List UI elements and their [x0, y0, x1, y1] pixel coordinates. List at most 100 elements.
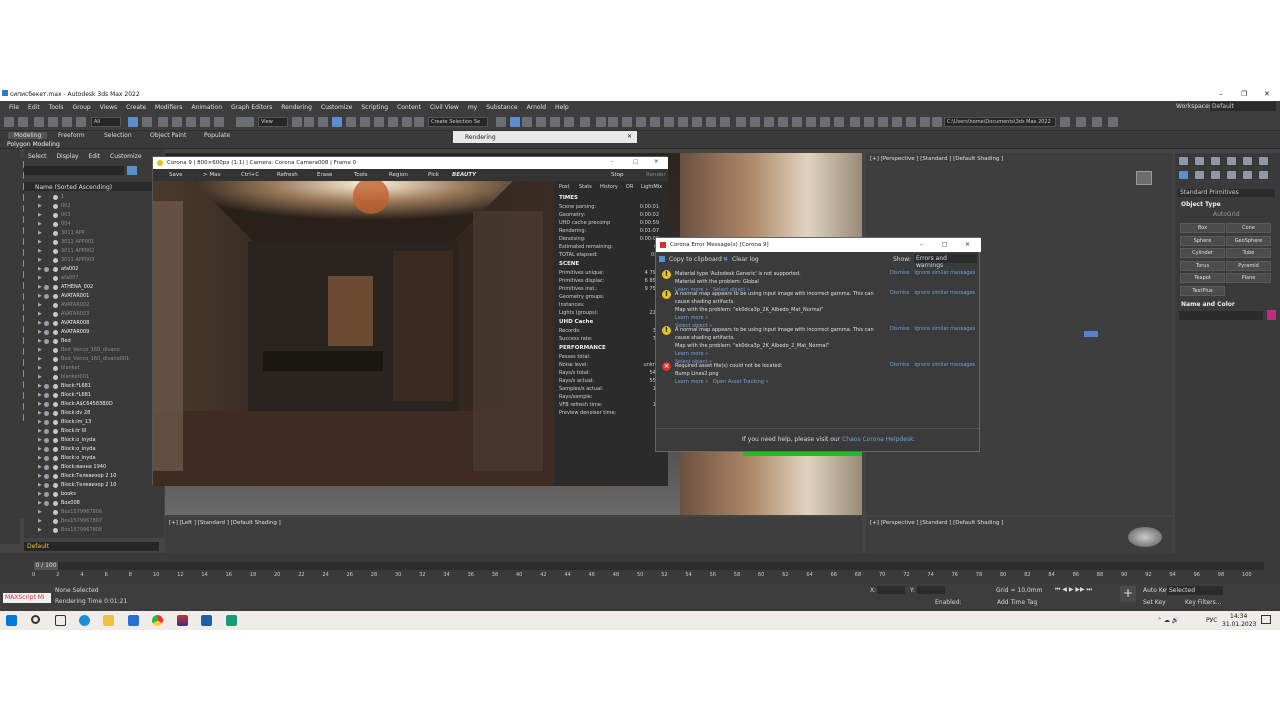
primitive-geosphere-button[interactable]: GeoSphere [1226, 235, 1271, 246]
freeze-icon[interactable] [53, 375, 58, 380]
clock-date[interactable]: 31.01.2023 [1222, 621, 1256, 628]
time-slider[interactable]: 0 / 100 [34, 562, 1264, 570]
set-key-big-icon[interactable]: + [1120, 586, 1136, 602]
explorer-column-header[interactable]: Name (Sorted Ascending) [24, 182, 164, 191]
toolbar-tool-icon[interactable] [76, 117, 86, 127]
toolbar-tool-icon[interactable] [834, 117, 844, 127]
command-panel-tab-icon[interactable] [1243, 157, 1252, 165]
freeze-icon[interactable] [53, 204, 58, 209]
maxscript-listener[interactable]: MAXScript Mi [3, 593, 51, 603]
freeze-icon[interactable] [53, 465, 58, 470]
freeze-icon[interactable] [53, 411, 58, 416]
toolbar-tool-icon[interactable] [62, 117, 72, 127]
auto-key-button[interactable]: Auto Key [1143, 587, 1170, 594]
primitives-dropdown[interactable]: Standard Primitives [1178, 189, 1275, 197]
pick-button[interactable]: Pick [428, 172, 439, 178]
explorer-row[interactable]: ▶ Box1579967806 [24, 508, 164, 517]
viewport-label-perspective[interactable]: [+] [Perspective ] [Standard ] [Default … [870, 156, 1003, 162]
toolbar-tool-icon[interactable] [522, 117, 532, 127]
dismiss-link[interactable]: Dismiss [890, 326, 909, 332]
explorer-row[interactable]: ▶ 3011 APP001 [24, 238, 164, 247]
edge-icon[interactable] [79, 615, 90, 626]
freeze-icon[interactable] [53, 492, 58, 497]
command-panel-tab-icon[interactable] [1179, 171, 1188, 179]
toolbar-tool-icon[interactable] [778, 117, 788, 127]
toolbar-tool-icon[interactable] [360, 117, 370, 127]
expand-arrow-icon[interactable]: ▶ [38, 337, 42, 346]
freeze-icon[interactable] [53, 231, 58, 236]
toolbar-tool-icon[interactable] [318, 117, 328, 127]
copy-to-clipboard-button[interactable]: Copy to clipboard [669, 256, 722, 263]
toolbar-tool-icon[interactable] [332, 117, 342, 127]
primitive-tube-button[interactable]: Tube [1226, 248, 1271, 258]
toolbar-tool-icon[interactable] [806, 117, 816, 127]
freeze-icon[interactable] [53, 294, 58, 299]
expand-arrow-icon[interactable]: ▶ [38, 418, 42, 427]
expand-arrow-icon[interactable]: ▶ [38, 364, 42, 373]
error-maximize-icon[interactable]: □ [942, 241, 948, 248]
toolbar-tool-icon[interactable] [892, 117, 902, 127]
freeze-icon[interactable] [53, 222, 58, 227]
app-icon-2[interactable] [177, 615, 188, 626]
helpdesk-link[interactable]: Chaos Corona Helpdesk. [842, 436, 915, 443]
primitive-box-button[interactable]: Box [1180, 223, 1225, 233]
viewport-label-left[interactable]: [+] [Left ] [Standard ] [Default Shading… [169, 520, 281, 526]
visibility-eye-icon[interactable] [44, 483, 49, 488]
tab-stats[interactable]: Stats [579, 184, 592, 190]
selection-set-dropdown[interactable]: Create Selection Se [428, 117, 488, 127]
beauty-pass-dropdown[interactable]: BEAUTY [452, 172, 476, 178]
explorer-row[interactable]: ▶ Block:o_inyda [24, 445, 164, 454]
set-key-button[interactable]: Set Key [1143, 599, 1166, 606]
tray-icons[interactable]: ⌃ ☁ 🔊 [1157, 617, 1179, 624]
tab-history[interactable]: History [600, 184, 618, 190]
explorer-search-input[interactable] [24, 166, 124, 175]
viewcube-home-icon[interactable] [1128, 527, 1162, 547]
expand-arrow-icon[interactable]: ▶ [38, 328, 42, 337]
corona-minimize-icon[interactable]: – [611, 159, 614, 165]
expand-arrow-icon[interactable]: ▶ [38, 292, 42, 301]
visibility-eye-icon[interactable] [44, 294, 49, 299]
error-minimize-icon[interactable]: – [920, 241, 923, 248]
toolbar-tool-icon[interactable] [792, 117, 802, 127]
key-filters-button[interactable]: Key Filters... [1185, 599, 1222, 606]
expand-arrow-icon[interactable]: ▶ [38, 445, 42, 454]
toolbar-tool-icon[interactable] [820, 117, 830, 127]
explorer-row[interactable]: ▶ AVATAR001 [24, 292, 164, 301]
freeze-icon[interactable] [53, 339, 58, 344]
expand-arrow-icon[interactable]: ▶ [38, 220, 42, 229]
tab-select[interactable]: Select [28, 153, 47, 160]
visibility-eye-icon[interactable] [44, 411, 49, 416]
visibility-eye-icon[interactable] [44, 321, 49, 326]
toolbar-tool-icon[interactable] [346, 117, 356, 127]
toolbar-tool-icon[interactable] [706, 117, 716, 127]
time-slider-thumb[interactable]: 0 / 100 [34, 562, 58, 570]
viewport-bottom-right[interactable]: [+] [Perspective ] [Standard ] [Default … [866, 517, 1173, 553]
toolbar-tool-icon[interactable] [510, 117, 520, 127]
explorer-row[interactable]: ▶ Box008 [24, 499, 164, 508]
toolbar-tool-icon[interactable] [906, 117, 916, 127]
expand-arrow-icon[interactable]: ▶ [38, 310, 42, 319]
expand-arrow-icon[interactable]: ▶ [38, 256, 42, 265]
toolbar-tool-icon[interactable] [650, 117, 660, 127]
clear-log-button[interactable]: Clear log [732, 256, 759, 263]
visibility-eye-icon[interactable] [44, 384, 49, 389]
dismiss-link[interactable]: Dismiss [890, 362, 909, 368]
expand-arrow-icon[interactable]: ▶ [38, 229, 42, 238]
selection-set-field[interactable]: Selected [1167, 586, 1223, 595]
add-time-tag[interactable]: Add Time Tag [997, 599, 1037, 606]
toolbar-tool-icon[interactable] [536, 117, 546, 127]
primitive-cone-button[interactable]: Cone [1226, 223, 1271, 233]
menu-modifiers[interactable]: Modifiers [155, 104, 182, 111]
visibility-eye-icon[interactable] [44, 429, 49, 434]
toolbar-tool-icon[interactable] [142, 117, 152, 127]
expand-arrow-icon[interactable]: ▶ [38, 472, 42, 481]
viewport-label-perspective-2[interactable]: [+] [Perspective ] [Standard ] [Default … [870, 520, 1003, 526]
command-panel-tab-icon[interactable] [1227, 171, 1236, 179]
corona-close-icon[interactable]: ✕ [654, 159, 659, 165]
toolbar-tool-icon[interactable] [720, 117, 730, 127]
erase-button[interactable]: Erase [317, 172, 332, 178]
freeze-icon[interactable] [53, 303, 58, 308]
visibility-eye-icon[interactable] [44, 456, 49, 461]
explorer-row[interactable]: ▶ 004 [24, 220, 164, 229]
freeze-icon[interactable] [53, 195, 58, 200]
